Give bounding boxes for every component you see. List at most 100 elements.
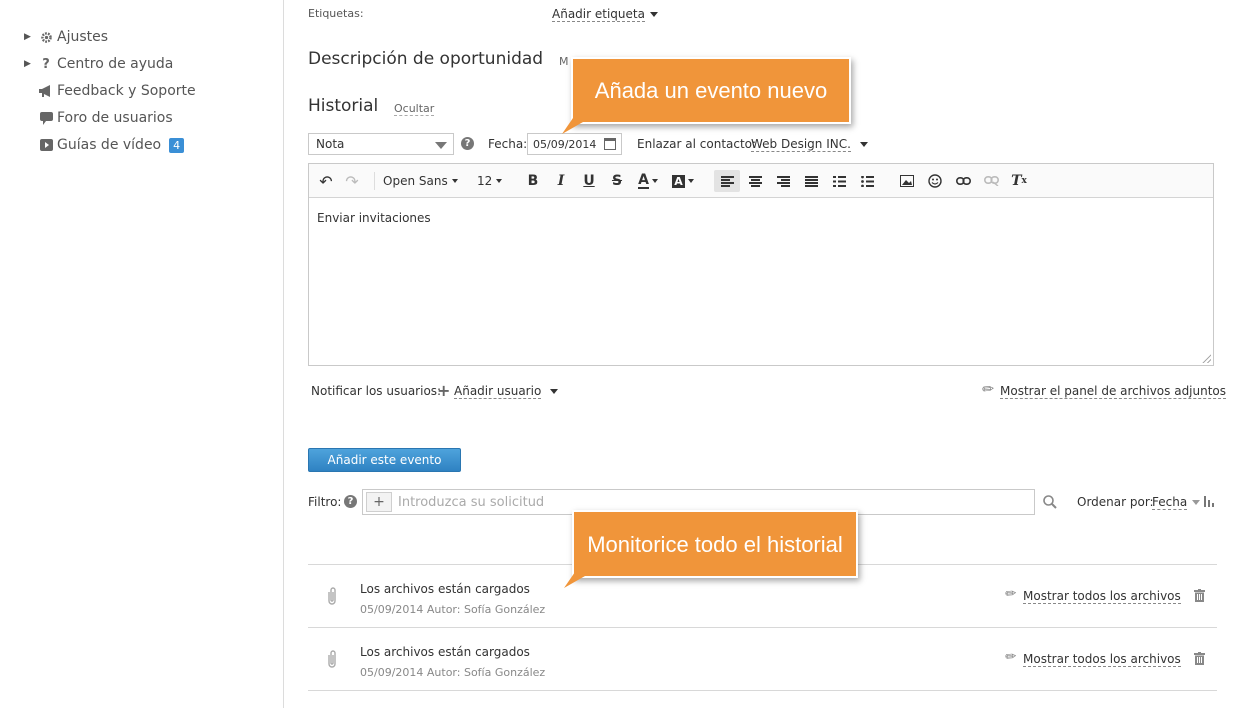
history-entry-meta: 05/09/2014 Autor: Sofía González [360, 603, 546, 616]
search-icon[interactable] [1043, 495, 1057, 512]
editor-content[interactable]: Enviar invitaciones [309, 198, 1213, 238]
hide-history-link[interactable]: Ocultar [394, 102, 435, 116]
help-icon[interactable]: ? [461, 137, 474, 150]
paperclip-icon [326, 649, 338, 674]
bullet-list-icon[interactable] [856, 170, 878, 192]
event-type-select[interactable]: Nota [308, 133, 454, 155]
paperclip-icon: ✐ [1000, 648, 1019, 667]
callout-pointer-icon [562, 118, 590, 134]
date-value: 05/09/2014 [533, 137, 597, 151]
sidebar-item-label: Guías de vídeo [57, 137, 162, 153]
sidebar-item-video-guides[interactable]: ▶ Guías de vídeo 4 [24, 135, 185, 155]
paperclip-icon: ✐ [1000, 585, 1019, 604]
font-size-value: 12 [477, 174, 493, 188]
font-size-dropdown[interactable]: 12 [477, 170, 503, 192]
rich-text-editor[interactable]: ↶ ↷ Open Sans 12 B I U S A A T x Enviar … [308, 163, 1214, 366]
chevron-down-icon [550, 389, 559, 394]
background-color-icon[interactable]: A [670, 170, 696, 192]
align-justify-icon[interactable] [800, 170, 822, 192]
description-edit-link[interactable]: M [559, 55, 569, 68]
insert-image-icon[interactable] [896, 170, 918, 192]
divider [308, 690, 1217, 691]
italic-icon[interactable]: I [550, 170, 572, 192]
callout-new-event: Añada un evento nuevo [571, 57, 851, 124]
text-color-icon[interactable]: A [635, 170, 661, 192]
link-contact-label: Enlazar al contacto: [637, 137, 757, 151]
history-title: Historial [308, 96, 379, 116]
redo-icon[interactable]: ↷ [341, 170, 363, 192]
editor-toolbar: ↶ ↷ Open Sans 12 B I U S A A T x [309, 164, 1213, 198]
emoji-icon[interactable] [924, 170, 946, 192]
add-user-dropdown[interactable]: Añadir usuario [454, 384, 559, 399]
font-family-value: Open Sans [383, 174, 448, 188]
sort-order-icon[interactable] [1204, 496, 1216, 510]
trash-icon[interactable] [1194, 652, 1205, 668]
chevron-down-icon [649, 12, 658, 17]
resize-handle-icon[interactable] [1202, 354, 1211, 363]
sort-label: Ordenar por: [1077, 495, 1154, 509]
bold-icon[interactable]: B [522, 170, 544, 192]
filter-input[interactable] [398, 494, 998, 510]
unlink-icon[interactable] [980, 170, 1002, 192]
chat-bubble-icon [36, 111, 56, 125]
undo-icon[interactable]: ↶ [315, 170, 337, 192]
sidebar-item-help-center[interactable]: ▶ ? Centro de ayuda [24, 54, 173, 74]
link-icon[interactable] [952, 170, 974, 192]
sidebar-item-settings[interactable]: ▶ Ajustes [24, 27, 108, 47]
align-left-icon[interactable] [714, 170, 740, 192]
paperclip-icon [326, 586, 338, 611]
add-tag-link[interactable]: Añadir etiqueta [552, 7, 645, 22]
add-event-button[interactable]: Añadir este evento [308, 448, 461, 472]
expand-caret-icon[interactable]: ▶ [24, 32, 36, 42]
paperclip-icon: ✐ [977, 380, 997, 400]
strikethrough-icon[interactable]: S [606, 170, 628, 192]
callout-pointer-icon [564, 572, 592, 588]
date-input[interactable]: 05/09/2014 [527, 133, 622, 155]
tags-label: Etiquetas: [308, 7, 364, 20]
sidebar-item-label: Foro de usuarios [57, 110, 173, 126]
underline-icon[interactable]: U [578, 170, 600, 192]
sidebar-item-label: Feedback y Soporte [57, 83, 196, 99]
list-item: Los archivos están cargados 05/09/2014 A… [308, 628, 1217, 690]
sidebar-item-label: Ajustes [57, 29, 109, 45]
align-right-icon[interactable] [772, 170, 794, 192]
add-filter-icon[interactable]: + [366, 492, 392, 512]
sidebar: ▶ Ajustes ▶ ? Centro de ayuda ▶ Feedback… [0, 0, 284, 708]
plus-icon[interactable]: + [437, 381, 450, 400]
font-family-dropdown[interactable]: Open Sans [383, 170, 458, 192]
sidebar-item-user-forum[interactable]: ▶ Foro de usuarios [24, 108, 173, 128]
history-entry-title: Los archivos están cargados [360, 645, 530, 659]
contact-dropdown[interactable]: Web Design INC. [751, 137, 868, 152]
count-badge: 4 [169, 137, 185, 153]
filter-label: Filtro: [308, 495, 342, 509]
megaphone-icon [36, 85, 56, 97]
contact-value[interactable]: Web Design INC. [751, 137, 851, 152]
date-label: Fecha: [488, 137, 528, 151]
chevron-down-icon [435, 142, 447, 149]
add-tag-dropdown[interactable]: Añadir etiqueta [552, 7, 658, 22]
align-center-icon[interactable] [744, 170, 766, 192]
chevron-down-icon [859, 142, 868, 147]
chevron-down-icon [1192, 500, 1201, 505]
help-icon[interactable]: ? [344, 495, 357, 508]
add-user-link[interactable]: Añadir usuario [454, 384, 542, 399]
clear-formatting-icon[interactable]: Tx [1008, 170, 1030, 192]
sidebar-item-feedback[interactable]: ▶ Feedback y Soporte [24, 81, 196, 101]
question-icon: ? [42, 56, 50, 72]
sort-dropdown[interactable]: Fecha [1152, 495, 1201, 510]
expand-caret-icon[interactable]: ▶ [24, 59, 36, 69]
trash-icon[interactable] [1194, 589, 1205, 605]
history-entry-meta: 05/09/2014 Autor: Sofía González [360, 666, 546, 679]
history-entry-title: Los archivos están cargados [360, 582, 530, 596]
gear-icon [36, 31, 56, 44]
video-icon [36, 139, 56, 151]
show-all-files-link[interactable]: Mostrar todos los archivos [1023, 652, 1181, 667]
sort-value[interactable]: Fecha [1152, 495, 1188, 510]
calendar-icon[interactable] [604, 138, 616, 150]
notify-users-label: Notificar los usuarios: [311, 384, 442, 398]
show-all-files-link[interactable]: Mostrar todos los archivos [1023, 589, 1181, 604]
callout-monitor-history: Monitorice todo el historial [572, 510, 858, 578]
numbered-list-icon[interactable] [828, 170, 850, 192]
sidebar-item-label: Centro de ayuda [57, 56, 174, 72]
show-attachments-panel-link[interactable]: Mostrar el panel de archivos adjuntos [1000, 384, 1227, 399]
